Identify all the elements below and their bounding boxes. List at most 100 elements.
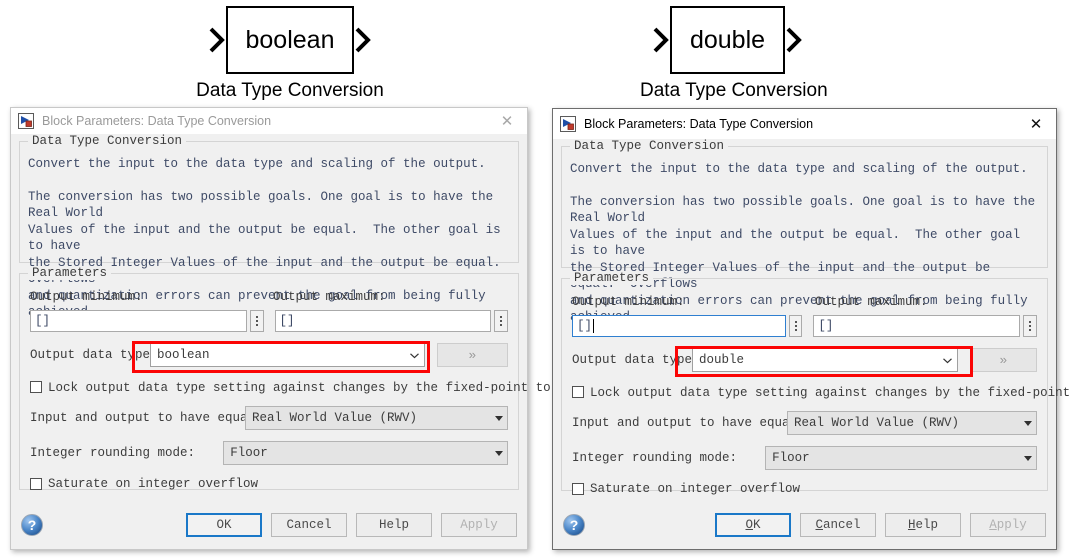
cancel-button[interactable]: Cancel [800,513,876,537]
dialog-button-group: OK Cancel Help Apply [715,513,1046,537]
input-output-equal-combobox[interactable]: Real World Value (RWV) [245,406,508,430]
dialog-footer: ? OK Cancel Help Apply [11,501,527,549]
apply-button: Apply [970,513,1046,537]
help-button[interactable]: Help [885,513,961,537]
saturate-checkbox-row[interactable]: Saturate on integer overflow [572,482,1037,496]
chevron-down-icon [409,352,419,358]
titlebar[interactable]: Block Parameters: Data Type Conversion ✕ [11,108,527,134]
triangle-down-icon [1024,420,1032,426]
description-paragraph-1: Convert the input to the data type and s… [28,157,486,171]
output-data-type-value: boolean [157,348,210,362]
help-button-label: Help [907,518,939,532]
simulink-block-icon [18,113,34,129]
triangle-down-icon [495,450,503,456]
lock-output-data-type-checkbox-row[interactable]: Lock output data type setting against ch… [30,379,563,395]
lock-output-data-type-checkbox[interactable] [572,386,584,398]
input-port-arrow-icon [653,27,669,53]
output-port-arrow-icon [356,27,372,53]
integer-rounding-mode-combobox[interactable]: Floor [765,446,1037,470]
output-minimum-value: [] [577,319,593,333]
saturate-on-integer-overflow-checkbox[interactable] [572,483,584,495]
lock-output-data-type-checkbox[interactable] [30,381,42,393]
help-circle-icon[interactable]: ? [563,514,585,536]
input-output-equal-value: Real World Value (RWV) [252,411,418,425]
simulink-block-double[interactable]: double Data Type Conversion [640,4,828,102]
integer-rounding-mode-label: Integer rounding mode: [30,446,196,460]
output-port-arrow-icon [786,27,802,53]
output-data-type-row: Output data type double » [572,348,1037,372]
output-maximum-stepper[interactable] [494,310,508,332]
triangle-down-icon [495,415,503,421]
parameters-groupbox: Parameters Output minimum: Output maximu… [19,266,563,491]
titlebar[interactable]: Block Parameters: Data Type Conversion ✕ [553,109,1056,139]
minmax-input-row: [] [] [572,315,1037,337]
block-graphic-row: double [640,4,815,76]
ok-button[interactable]: OK [186,513,262,537]
output-minimum-stepper[interactable] [788,315,803,337]
ok-button[interactable]: OK [715,513,791,537]
description-groupbox: Data Type Conversion Convert the input t… [561,139,1048,324]
output-maximum-stepper[interactable] [1023,315,1037,337]
integer-rounding-mode-label: Integer rounding mode: [572,451,738,465]
block-parameters-dialog-double[interactable]: Block Parameters: Data Type Conversion ✕… [552,108,1070,550]
description-legend: Data Type Conversion [28,134,187,148]
input-port-arrow-icon [209,27,225,53]
chevron-down-icon [942,357,952,363]
output-maximum-label: Output maximum: [815,295,928,309]
input-output-equal-row: Input and output to have equal: Real Wor… [572,411,1037,435]
apply-button: Apply [441,513,517,537]
output-data-type-value: double [699,353,745,367]
saturate-on-integer-overflow-label: Saturate on integer overflow [590,482,801,496]
parameters-groupbox: Parameters Output minimum: Output maximu… [561,271,1070,496]
block-type-label: boolean [245,25,335,54]
ok-button-label: OK [745,518,761,532]
lock-output-data-type-checkbox-row[interactable]: Lock output data type setting against ch… [572,384,1070,400]
block-graphic-row: boolean [195,4,385,76]
block-body: boolean [225,6,355,74]
output-minimum-stepper[interactable] [249,310,264,332]
help-button[interactable]: Help [356,513,432,537]
block-caption: Data Type Conversion [196,80,384,101]
integer-rounding-mode-row: Integer rounding mode: Floor [30,441,508,465]
output-maximum-input[interactable]: [] [813,315,1021,337]
output-maximum-input[interactable]: [] [274,310,492,332]
lock-output-data-type-label: Lock output data type setting against ch… [590,386,1070,400]
output-minimum-label: Output minimum: [30,290,143,304]
dialog-button-group: OK Cancel Help Apply [186,513,517,537]
cancel-button[interactable]: Cancel [271,513,347,537]
integer-rounding-mode-value: Floor [230,446,268,460]
apply-button-label: Apply [989,518,1027,532]
saturate-checkbox-row[interactable]: Saturate on integer overflow [30,477,508,491]
output-data-type-combobox[interactable]: double [692,348,958,372]
output-maximum-label: Output maximum: [273,290,386,304]
output-data-type-label: Output data type [30,348,151,362]
description-groupbox: Data Type Conversion Convert the input t… [19,134,519,319]
simulink-block-boolean[interactable]: boolean Data Type Conversion [195,4,385,102]
output-minimum-input[interactable]: [] [30,310,247,332]
integer-rounding-mode-value: Floor [772,451,810,465]
input-output-equal-label: Input and output to have equal: [572,416,805,430]
dialog-body: Data Type Conversion Convert the input t… [11,134,563,491]
output-data-type-row: Output data type boolean » [30,343,508,367]
integer-rounding-mode-row: Integer rounding mode: Floor [572,446,1037,470]
dialog-body: Data Type Conversion Convert the input t… [553,139,1070,496]
help-circle-icon[interactable]: ? [21,514,43,536]
input-output-equal-combobox[interactable]: Real World Value (RWV) [787,411,1037,435]
block-body: double [669,6,786,74]
expand-data-type-button[interactable]: » [436,343,508,367]
saturate-on-integer-overflow-checkbox[interactable] [30,478,42,490]
input-output-equal-value: Real World Value (RWV) [794,416,960,430]
close-icon[interactable]: ✕ [487,108,527,134]
close-icon[interactable]: ✕ [1016,109,1056,139]
output-data-type-combobox[interactable]: boolean [150,343,425,367]
cancel-button-label: Cancel [815,518,861,532]
parameters-legend: Parameters [570,271,654,285]
minmax-input-row: [] [] [30,310,508,332]
integer-rounding-mode-combobox[interactable]: Floor [223,441,508,465]
block-parameters-dialog-boolean[interactable]: Block Parameters: Data Type Conversion ✕… [10,107,563,550]
output-minimum-input[interactable]: [] [572,315,786,337]
simulink-block-icon [560,116,576,132]
description-paragraph-1: Convert the input to the data type and s… [570,162,1028,176]
lock-output-data-type-label: Lock output data type setting against ch… [48,381,564,395]
expand-data-type-button[interactable]: » [969,348,1037,372]
